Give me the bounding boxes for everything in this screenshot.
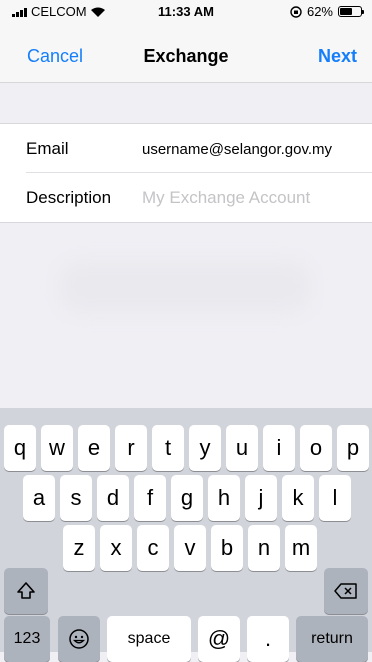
page-title: Exchange	[143, 46, 229, 66]
emoji-icon	[69, 629, 89, 649]
key-u[interactable]: u	[226, 425, 258, 471]
key-o[interactable]: o	[300, 425, 332, 471]
key-f[interactable]: f	[134, 475, 166, 521]
key-s[interactable]: s	[60, 475, 92, 521]
key-w[interactable]: w	[41, 425, 73, 471]
key-j[interactable]: j	[245, 475, 277, 521]
battery-icon	[338, 6, 364, 17]
email-label: Email	[26, 139, 69, 158]
key-x[interactable]: x	[100, 525, 132, 571]
dot-key[interactable]: .	[247, 616, 289, 662]
key-m[interactable]: m	[285, 525, 317, 571]
battery-percent: 62%	[306, 4, 333, 19]
description-field[interactable]: My Exchange Account	[142, 188, 310, 208]
keyboard: 123 space @ . return qwertyuiop asdfghjkl…	[0, 408, 372, 662]
navigation-bar: Cancel Exchange Next	[0, 22, 372, 83]
key-n[interactable]: n	[248, 525, 280, 571]
key-p[interactable]: p	[337, 425, 369, 471]
shift-key[interactable]	[4, 568, 48, 614]
key-d[interactable]: d	[97, 475, 129, 521]
key-q[interactable]: q	[4, 425, 36, 471]
key-k[interactable]: k	[282, 475, 314, 521]
key-t[interactable]: t	[152, 425, 184, 471]
key-v[interactable]: v	[174, 525, 206, 571]
email-row[interactable]: Email username@selangor.gov.my	[0, 124, 372, 173]
email-field[interactable]: username@selangor.gov.my	[142, 141, 332, 158]
battery-group: 62%	[290, 4, 364, 19]
numbers-key[interactable]: 123	[4, 616, 50, 662]
key-c[interactable]: c	[137, 525, 169, 571]
orientation-lock-icon	[290, 5, 302, 18]
shift-icon	[17, 582, 35, 599]
account-form: Email username@selangor.gov.my Descripti…	[0, 123, 372, 223]
key-h[interactable]: h	[208, 475, 240, 521]
at-key[interactable]: @	[198, 616, 240, 662]
description-row[interactable]: Description My Exchange Account	[0, 173, 372, 222]
space-key[interactable]: space	[107, 616, 191, 662]
return-key[interactable]: return	[296, 616, 368, 662]
key-b[interactable]: b	[211, 525, 243, 571]
next-button[interactable]: Next	[318, 46, 357, 67]
key-l[interactable]: l	[319, 475, 351, 521]
key-y[interactable]: y	[189, 425, 221, 471]
key-r[interactable]: r	[115, 425, 147, 471]
key-a[interactable]: a	[23, 475, 55, 521]
key-e[interactable]: e	[78, 425, 110, 471]
key-g[interactable]: g	[171, 475, 203, 521]
status-bar: CELCOM 11:33 AM 62%	[0, 0, 372, 22]
key-i[interactable]: i	[263, 425, 295, 471]
key-z[interactable]: z	[63, 525, 95, 571]
description-label: Description	[26, 188, 112, 207]
emoji-key[interactable]	[58, 616, 100, 662]
blurred-overlay	[60, 262, 310, 312]
backspace-key[interactable]	[324, 568, 368, 614]
backspace-icon	[334, 583, 357, 599]
